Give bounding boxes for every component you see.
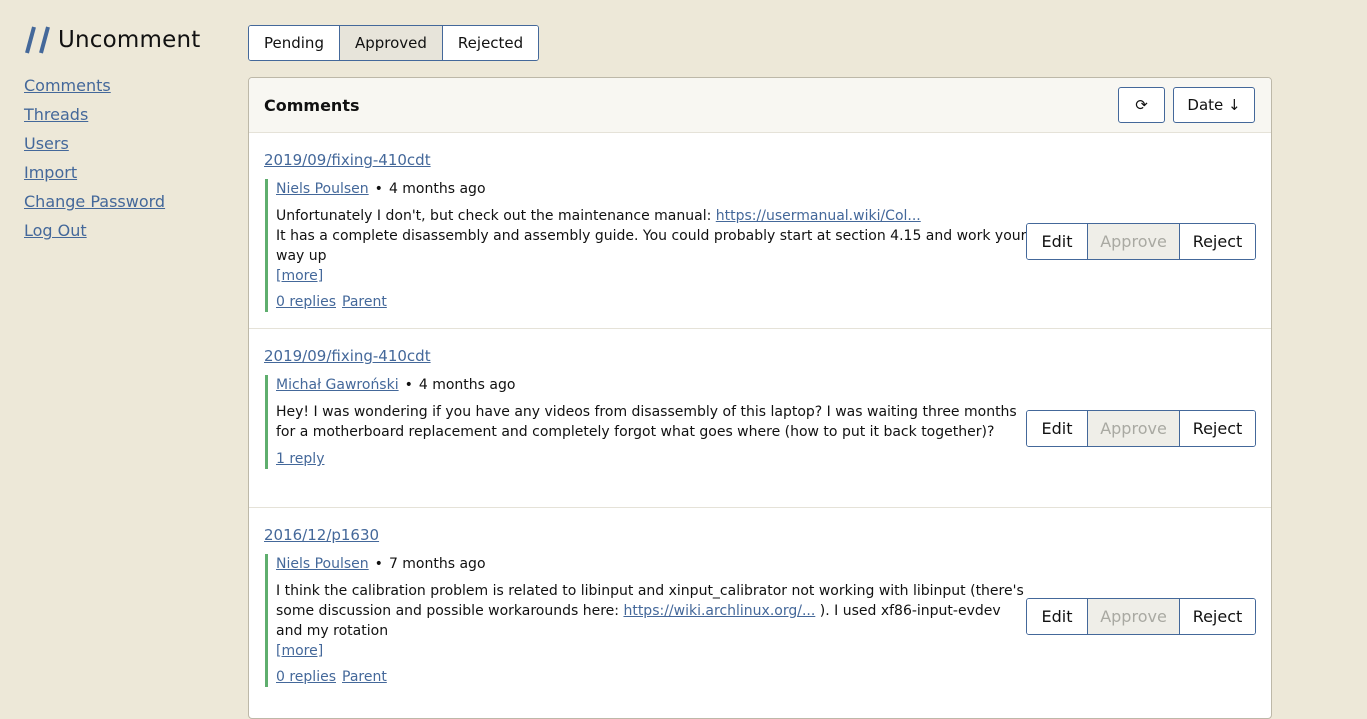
logo-slashes-icon [25, 26, 50, 54]
header-buttons: ⟳ Date ↓ [1118, 87, 1255, 123]
comment-text: Hey! I was wondering if you have any vid… [276, 404, 1017, 440]
comment-item: 2016/12/p1630 Niels Poulsen • 7 months ago… [249, 508, 1271, 703]
comment-item: 2019/09/fixing-410cdt Niels Poulsen • 4 mo… [249, 133, 1271, 329]
reject-button[interactable]: Reject [1180, 411, 1255, 446]
author-link[interactable]: Niels Poulsen [276, 181, 369, 197]
comment-links: 0 replies Parent [276, 667, 1028, 687]
author-link[interactable]: Michał Gawroński [276, 377, 399, 393]
refresh-icon: ⟳ [1135, 96, 1148, 114]
comment-links: 0 replies Parent [276, 292, 1028, 312]
more-link[interactable]: [more] [276, 643, 323, 659]
parent-link[interactable]: Parent [342, 669, 387, 685]
thread-link[interactable]: 2019/09/fixing-410cdt [264, 347, 431, 365]
refresh-button[interactable]: ⟳ [1118, 87, 1165, 123]
panel-header: Comments ⟳ Date ↓ [249, 78, 1271, 133]
edit-button[interactable]: Edit [1027, 224, 1088, 259]
comment-meta: Niels Poulsen • 4 months ago [276, 179, 1028, 199]
comment-links: 1 reply [276, 449, 1028, 469]
tab-pending[interactable]: Pending [249, 26, 340, 60]
reject-button[interactable]: Reject [1180, 224, 1255, 259]
comment-meta: Michał Gawroński • 4 months ago [276, 375, 1028, 395]
thread-link[interactable]: 2019/09/fixing-410cdt [264, 151, 431, 169]
meta-separator: • [374, 181, 383, 197]
parent-link[interactable]: Parent [342, 294, 387, 310]
comment-time: 7 months ago [388, 556, 486, 572]
thread-link[interactable]: 2016/12/p1630 [264, 526, 379, 544]
status-tabs: Pending Approved Rejected [248, 25, 540, 61]
comment-text-part: It has a complete disassembly and assemb… [276, 228, 1027, 264]
comment-time: 4 months ago [418, 377, 516, 393]
logo[interactable]: Uncomment [24, 22, 224, 58]
reject-button[interactable]: Reject [1180, 599, 1255, 634]
panel-title: Comments [264, 95, 360, 115]
sidebar: Uncomment Comments Threads Users Import … [24, 22, 224, 250]
nav-threads[interactable]: Threads [24, 105, 224, 134]
replies-link[interactable]: 1 reply [276, 451, 324, 467]
edit-button[interactable]: Edit [1027, 411, 1088, 446]
comment-url-link[interactable]: https://wiki.archlinux.org/... [623, 603, 815, 619]
approve-button[interactable]: Approve [1088, 224, 1180, 259]
edit-button[interactable]: Edit [1027, 599, 1088, 634]
comment-body: Niels Poulsen • 4 months ago Unfortunately… [265, 179, 1028, 312]
sidebar-nav: Comments Threads Users Import Change Pas… [24, 76, 224, 250]
comment-actions: Edit Approve Reject [1026, 598, 1256, 635]
nav-users[interactable]: Users [24, 134, 224, 163]
comments-panel: Comments ⟳ Date ↓ 2019/09/fixing-410cdt … [248, 77, 1272, 719]
comment-body: Niels Poulsen • 7 months ago I think the c… [265, 554, 1028, 687]
approve-button[interactable]: Approve [1088, 411, 1180, 446]
comment-text: Unfortunately I don't, but check out the… [276, 206, 1028, 286]
meta-separator: • [404, 377, 413, 393]
meta-separator: • [374, 556, 383, 572]
comment-meta: Niels Poulsen • 7 months ago [276, 554, 1028, 574]
tab-rejected[interactable]: Rejected [442, 26, 539, 60]
replies-link[interactable]: 0 replies [276, 294, 336, 310]
nav-log-out[interactable]: Log Out [24, 221, 224, 250]
tab-approved[interactable]: Approved [339, 26, 443, 60]
comment-time: 4 months ago [388, 181, 486, 197]
comment-text-part: Unfortunately I don't, but check out the… [276, 208, 712, 224]
author-link[interactable]: Niels Poulsen [276, 556, 369, 572]
nav-import[interactable]: Import [24, 163, 224, 192]
replies-link[interactable]: 0 replies [276, 669, 336, 685]
nav-change-password[interactable]: Change Password [24, 192, 224, 221]
comment-body: Michał Gawroński • 4 months ago Hey! I was… [265, 375, 1028, 469]
more-link[interactable]: [more] [276, 268, 323, 284]
nav-comments[interactable]: Comments [24, 76, 224, 105]
comment-actions: Edit Approve Reject [1026, 223, 1256, 260]
comment-text: I think the calibration problem is relat… [276, 581, 1028, 661]
sort-date-button[interactable]: Date ↓ [1173, 87, 1255, 123]
approve-button[interactable]: Approve [1088, 599, 1180, 634]
app-name: Uncomment [58, 27, 201, 53]
comment-item: 2019/09/fixing-410cdt Michał Gawroński • 4… [249, 329, 1271, 508]
comment-actions: Edit Approve Reject [1026, 410, 1256, 447]
comment-url-link[interactable]: https://usermanual.wiki/Col... [716, 208, 921, 224]
